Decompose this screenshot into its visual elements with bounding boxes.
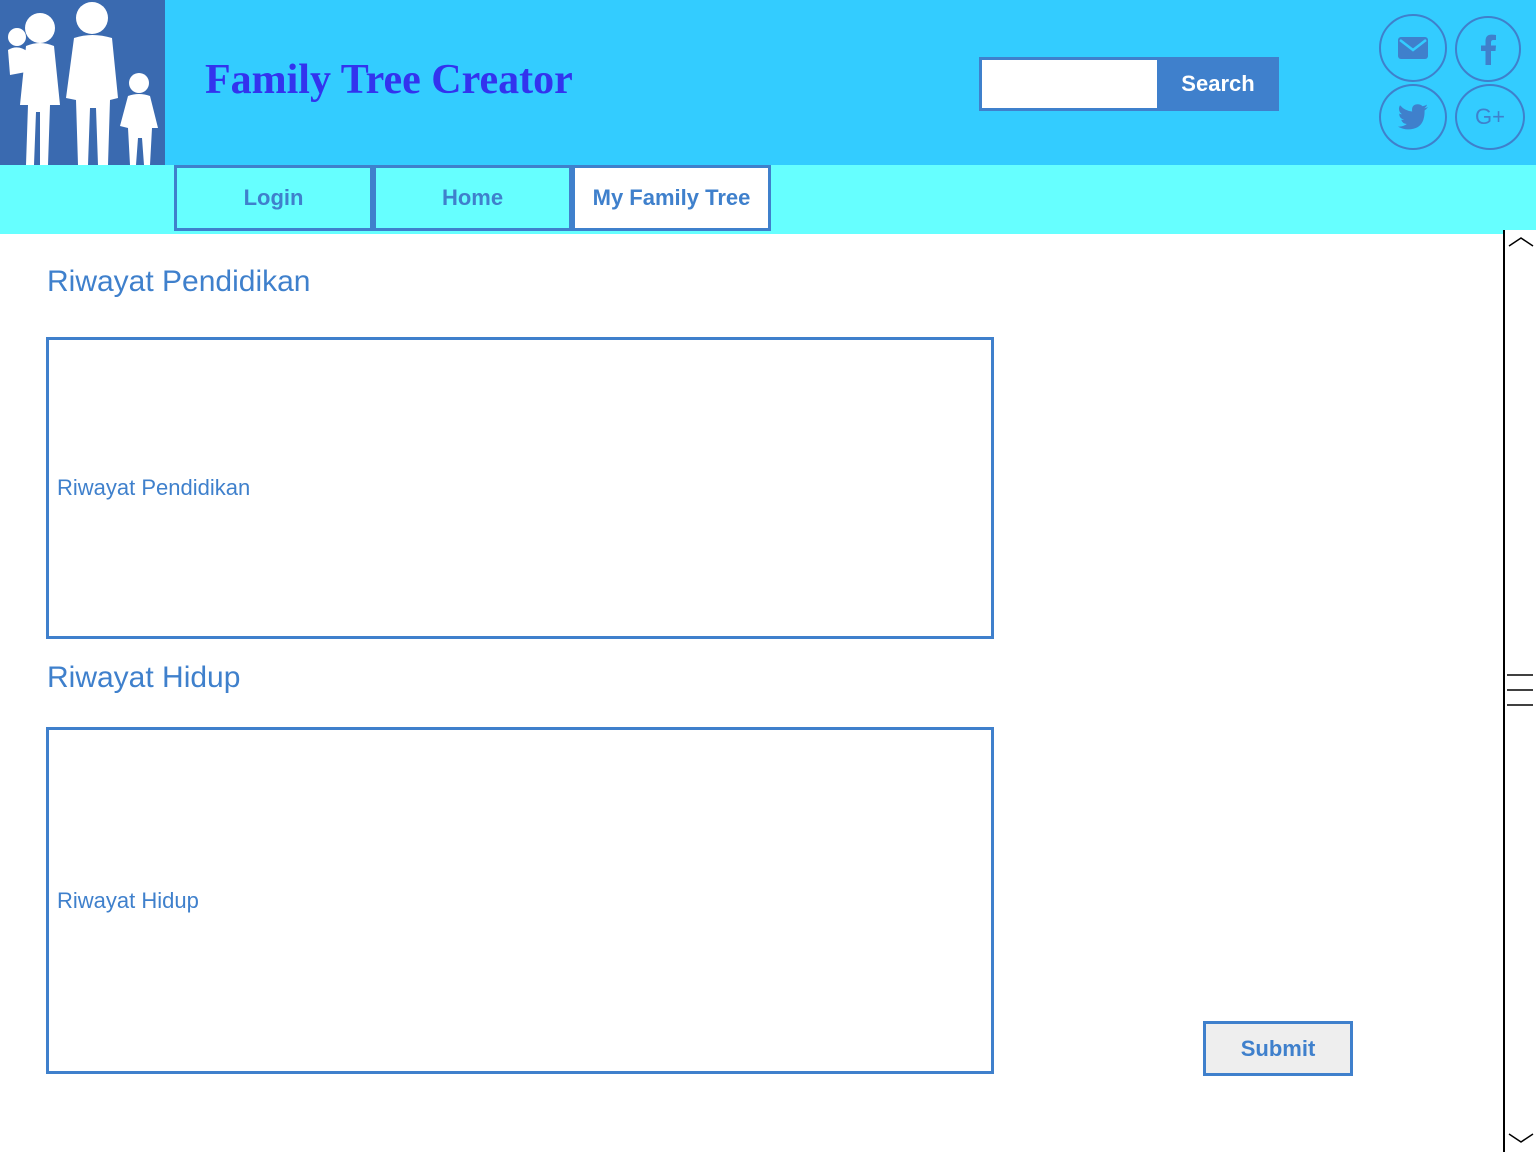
scroll-down-arrow-icon[interactable] [1505, 1128, 1536, 1148]
scroll-thumb[interactable] [1505, 670, 1536, 710]
education-textarea-text: Riwayat Pendidikan [57, 475, 251, 500]
family-logo-icon [0, 0, 165, 165]
biography-textarea[interactable]: Riwayat Hidup [46, 727, 994, 1074]
nav-home[interactable]: Home [373, 165, 572, 231]
nav-login[interactable]: Login [174, 165, 373, 231]
twitter-button[interactable] [1379, 84, 1447, 150]
mail-button[interactable] [1379, 14, 1447, 82]
search-button[interactable]: Search [1157, 57, 1279, 111]
education-heading: Riwayat Pendidikan [47, 265, 311, 298]
facebook-icon [1481, 34, 1496, 65]
mail-icon [1398, 37, 1428, 59]
search-input[interactable] [979, 57, 1159, 111]
education-textarea[interactable]: Riwayat Pendidikan [46, 337, 994, 639]
biography-textarea-text: Riwayat Hidup [57, 887, 199, 913]
google-plus-button[interactable]: G+ [1455, 84, 1525, 150]
vertical-scrollbar[interactable] [1503, 230, 1536, 1152]
site-header: Family Tree Creator Search G+ [0, 0, 1536, 165]
facebook-button[interactable] [1455, 16, 1521, 82]
scroll-up-arrow-icon[interactable] [1505, 232, 1536, 252]
submit-button[interactable]: Submit [1203, 1021, 1353, 1076]
google-plus-icon: G+ [1475, 104, 1505, 129]
nav-my-family-tree[interactable]: My Family Tree [572, 165, 771, 231]
twitter-icon [1398, 104, 1428, 130]
site-title: Family Tree Creator [205, 57, 573, 103]
biography-heading: Riwayat Hidup [47, 661, 241, 694]
